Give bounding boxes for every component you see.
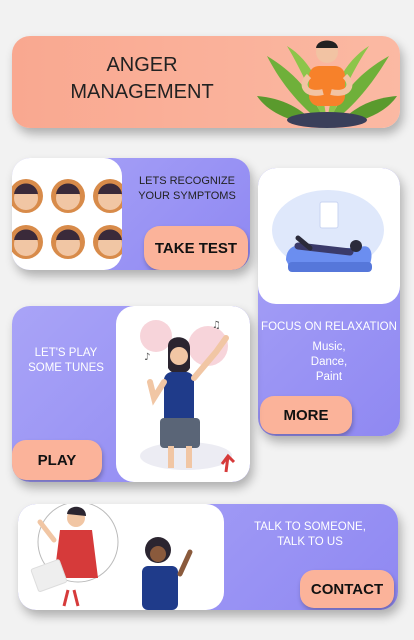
face-icon [12, 225, 43, 259]
music-illustration: ♪ ♫ [116, 306, 250, 482]
face-icon [93, 179, 127, 213]
svg-text:♫: ♫ [212, 320, 221, 331]
tunes-line-2: SOME TUNES [28, 362, 104, 374]
relaxation-illustration [258, 168, 400, 304]
tunes-line-1: LET'S PLAY [34, 347, 98, 359]
title-line-2: MANAGEMENT [70, 81, 214, 103]
face-icon [12, 179, 43, 213]
face-icon [93, 225, 127, 259]
relax-item-paint: Paint [315, 371, 343, 383]
support-illustration [18, 504, 224, 610]
symptoms-text: LETS RECOGNIZE YOUR SYMPTOMS [128, 174, 246, 204]
talk-text: TALK TO SOMEONE, TALK TO US [240, 520, 380, 550]
title-line-1: ANGER [106, 54, 178, 76]
recognize-symptoms-card[interactable]: LETS RECOGNIZE YOUR SYMPTOMS TAKE TEST [12, 158, 250, 270]
relaxation-card[interactable]: FOCUS ON RELAXATION Music, Dance, Paint … [258, 168, 400, 436]
relax-item-dance: Dance, [310, 356, 348, 368]
relax-item-music: Music, [312, 341, 346, 353]
contact-button[interactable]: CONTACT [300, 570, 394, 608]
face-icon [51, 179, 85, 213]
faces-grid [12, 158, 127, 270]
play-button[interactable]: PLAY [12, 440, 102, 480]
talk-line-2: TALK TO US [277, 536, 343, 548]
symptoms-line-2: YOUR SYMPTOMS [138, 190, 236, 202]
relaxation-title: FOCUS ON RELAXATION [261, 321, 397, 333]
meditating-man-illustration [257, 40, 397, 128]
tunes-text: LET'S PLAY SOME TUNES [18, 346, 114, 376]
play-tunes-card[interactable]: LET'S PLAY SOME TUNES ♪ ♫ PLAY [12, 306, 250, 482]
relaxation-list: Music, Dance, Paint [258, 340, 400, 385]
symptoms-line-1: LETS RECOGNIZE [139, 175, 235, 187]
talk-to-us-card[interactable]: TALK TO SOMEONE, TALK TO US CONTACT [18, 504, 398, 610]
anger-management-banner[interactable]: ANGER MANAGEMENT [12, 36, 400, 128]
more-button[interactable]: MORE [260, 396, 352, 434]
svg-text:♪: ♪ [144, 352, 150, 363]
page-title: ANGER MANAGEMENT [52, 52, 232, 106]
take-test-button[interactable]: TAKE TEST [144, 226, 248, 270]
face-icon [51, 225, 85, 259]
talk-line-1: TALK TO SOMEONE, [254, 521, 366, 533]
